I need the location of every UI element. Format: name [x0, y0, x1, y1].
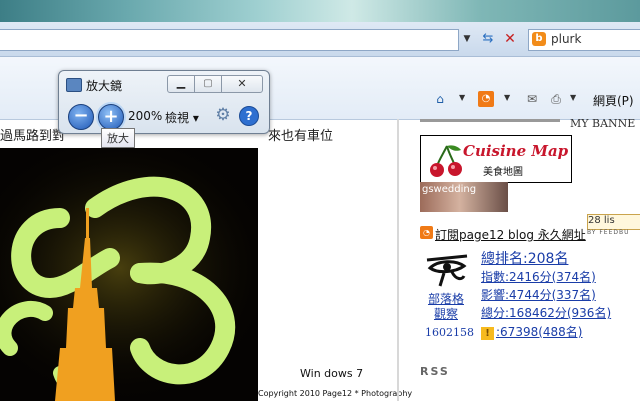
- feed-counter[interactable]: 28 lis: [587, 214, 640, 230]
- desktop-background-strip: [0, 0, 640, 22]
- cuisine-map-banner[interactable]: Cuisine Map 美食地圖: [420, 135, 572, 183]
- cherry-icon: [430, 145, 462, 177]
- banner-heading: MY BANNE: [570, 117, 636, 130]
- gswedding-label: gswedding: [422, 184, 477, 195]
- search-provider-icon: b: [532, 32, 546, 46]
- view-menu-button[interactable]: 檢視 ▾: [165, 109, 199, 126]
- address-dropdown-icon[interactable]: ▼: [460, 30, 474, 48]
- home-icon[interactable]: ⌂: [432, 91, 448, 107]
- print-icon[interactable]: ⎙: [548, 91, 564, 107]
- bonus-badge-icon: !: [481, 327, 494, 340]
- print-dropdown-icon[interactable]: ▼: [570, 93, 576, 102]
- cuisine-map-title: Cuisine Map: [463, 142, 569, 160]
- search-box[interactable]: b plurk: [528, 29, 640, 51]
- stat-impact[interactable]: 影響:4744分(337名): [481, 286, 596, 303]
- zoom-in-button[interactable]: +: [98, 104, 124, 130]
- minimize-button[interactable]: ▁: [167, 75, 195, 93]
- magnifier-app-icon: [66, 78, 82, 92]
- zoom-level-readout: 200%: [128, 109, 163, 123]
- photo-copyright: Copyright 2010 Page12 * Photography: [258, 389, 413, 398]
- address-bar-input[interactable]: [0, 29, 459, 51]
- article-photo: [0, 148, 258, 401]
- refresh-icon[interactable]: ⇆: [478, 29, 498, 49]
- headline-text-right: 來也有車位: [268, 129, 334, 144]
- close-button[interactable]: ✕: [221, 75, 263, 93]
- feed-dropdown-icon[interactable]: ▼: [504, 93, 510, 102]
- headline-text-left: 過馬路到對: [0, 129, 66, 144]
- stat-score[interactable]: 總分:168462分(936名): [481, 304, 611, 321]
- browser-address-row: ▼ ⇆ ✕ b plurk: [0, 22, 640, 57]
- stat-bonus-text: :67398(488名): [496, 325, 583, 339]
- blog-ranking-link[interactable]: 部落格觀察: [425, 292, 467, 322]
- stat-bonus[interactable]: !:67398(488名): [481, 323, 583, 340]
- magnifier-window[interactable]: 放大鏡 ▁ ▢ ✕ − + 200% 檢視 ▾ ⚙ ?: [58, 70, 270, 134]
- rss-icon: ◔: [420, 226, 433, 239]
- stat-total-rank[interactable]: 總排名:208名: [481, 248, 568, 268]
- gswedding-banner[interactable]: gswedding: [420, 182, 508, 212]
- photo-caption: Win dows 7: [300, 367, 364, 380]
- banner-rule: [420, 119, 560, 122]
- search-input[interactable]: plurk: [551, 32, 581, 46]
- blog-visitor-count: 1602158: [425, 326, 474, 339]
- zoom-out-button[interactable]: −: [68, 104, 94, 130]
- help-icon[interactable]: ?: [239, 106, 259, 126]
- gear-icon[interactable]: ⚙: [213, 105, 233, 125]
- magnifier-title: 放大鏡: [86, 79, 123, 93]
- cuisine-map-subtitle: 美食地圖: [483, 167, 523, 178]
- neon-sign-image: [0, 148, 258, 401]
- feed-icon[interactable]: ◔: [478, 91, 494, 107]
- feed-provider-label: BY FEEDBU: [587, 229, 630, 236]
- stat-index[interactable]: 指數:2416分(374名): [481, 268, 596, 285]
- rss-heading: RSS: [420, 365, 450, 378]
- subscribe-link[interactable]: 訂閱page12 blog 永久網址: [435, 226, 586, 243]
- page-menu-button[interactable]: 網頁(P): [593, 92, 634, 109]
- column-divider: [397, 119, 399, 401]
- mail-icon[interactable]: ✉: [524, 91, 540, 107]
- stop-icon[interactable]: ✕: [500, 29, 520, 49]
- maximize-button[interactable]: ▢: [194, 75, 222, 93]
- zoom-in-tooltip: 放大: [101, 128, 135, 148]
- eye-of-horus-icon[interactable]: [424, 250, 470, 290]
- home-dropdown-icon[interactable]: ▼: [459, 93, 465, 102]
